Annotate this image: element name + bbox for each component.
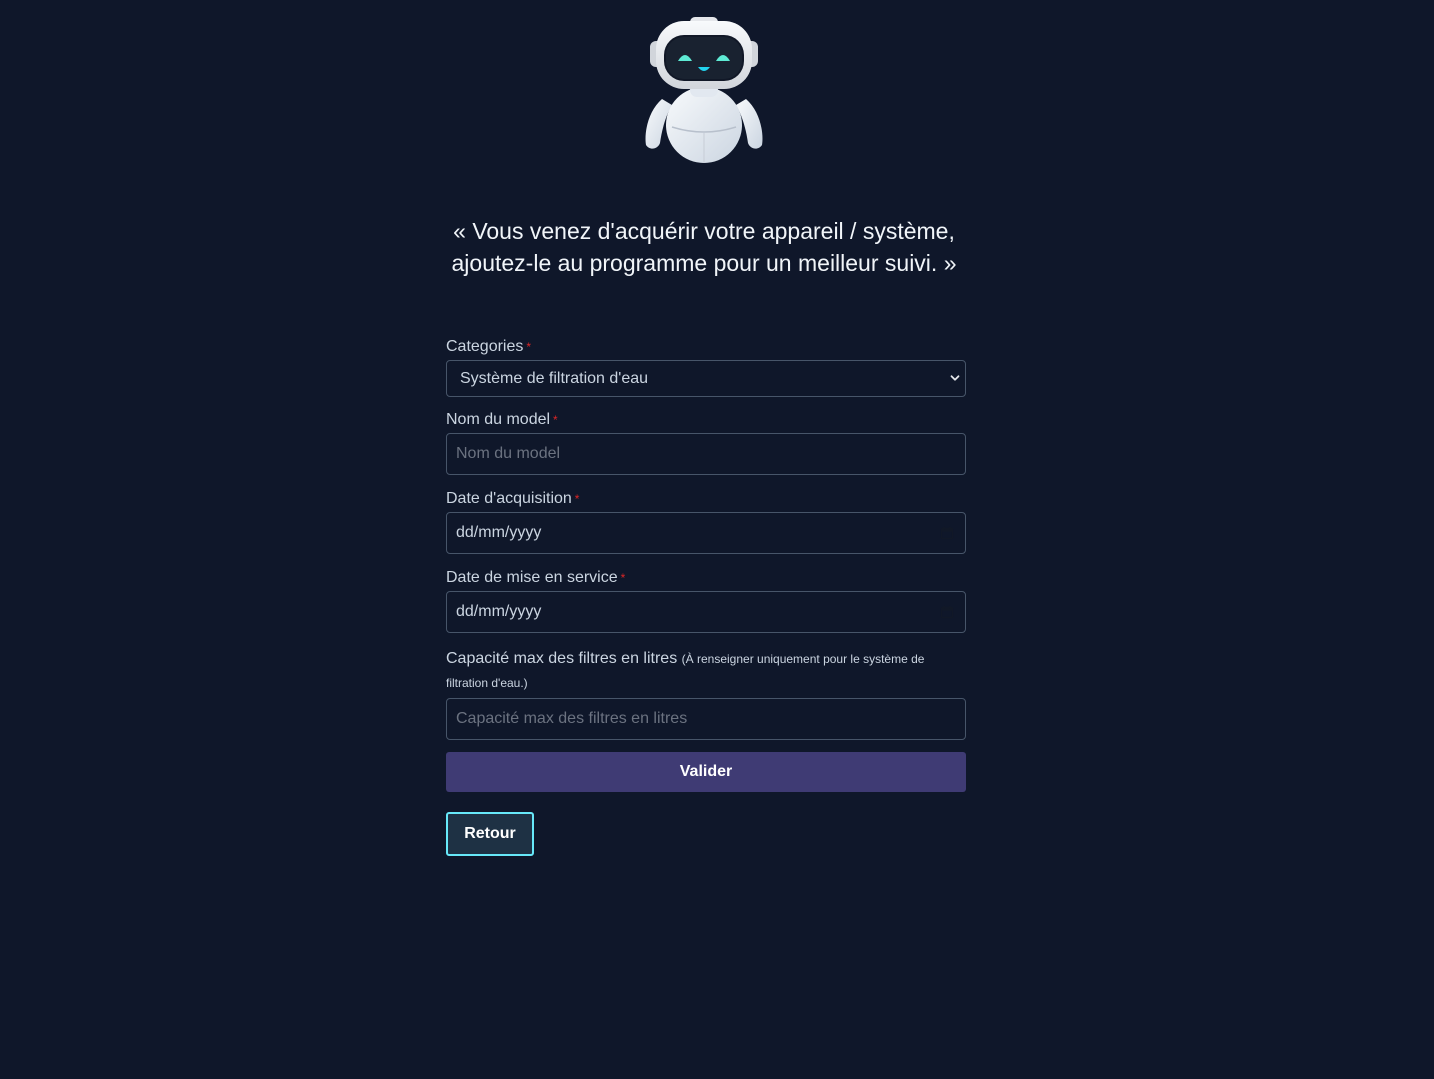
- required-marker: *: [620, 571, 626, 585]
- submit-button[interactable]: Valider: [446, 752, 966, 792]
- page: « Vous venez d'acquérir votre appareil /…: [0, 0, 1434, 1079]
- acquisition-date-input[interactable]: dd/mm/yyyy: [446, 512, 966, 554]
- filter-capacity-label: Capacité max des filtres en litres (À re…: [446, 647, 966, 695]
- intro-quote: « Vous venez d'acquérir votre appareil /…: [451, 218, 957, 276]
- acquisition-date-label: Date d'acquisition *: [446, 489, 966, 509]
- required-marker: *: [574, 492, 580, 506]
- model-name-label: Nom du model *: [446, 410, 966, 430]
- chevron-down-icon: [950, 375, 960, 381]
- category-selected-value: Système de filtration d'eau: [460, 370, 649, 387]
- model-name-field: [446, 433, 966, 475]
- acquisition-date-value: dd/mm/yyyy: [456, 524, 542, 541]
- service-date-value: dd/mm/yyyy: [456, 603, 542, 620]
- calendar-icon[interactable]: [940, 605, 954, 619]
- required-marker: *: [526, 340, 532, 354]
- back-button[interactable]: Retour: [446, 812, 534, 856]
- filter-capacity-input[interactable]: [447, 699, 965, 739]
- model-name-input[interactable]: [447, 434, 965, 474]
- service-date-label-text: Date de mise en service: [446, 569, 618, 586]
- service-date-input[interactable]: dd/mm/yyyy: [446, 591, 966, 633]
- model-name-label-text: Nom du model: [446, 411, 551, 428]
- calendar-icon[interactable]: [940, 526, 954, 540]
- service-date-label: Date de mise en service *: [446, 568, 966, 588]
- category-label-text: Categories: [446, 338, 524, 355]
- acquisition-date-label-text: Date d'acquisition: [446, 490, 572, 507]
- device-form: Categories * Système de filtration d'eau …: [446, 337, 966, 856]
- filter-capacity-field: [446, 698, 966, 740]
- category-label: Categories *: [446, 337, 966, 357]
- filter-capacity-label-text: Capacité max des filtres en litres: [446, 650, 678, 667]
- category-select[interactable]: Système de filtration d'eau: [446, 360, 966, 397]
- robot-mascot-icon: [645, 17, 763, 163]
- required-marker: *: [553, 413, 558, 427]
